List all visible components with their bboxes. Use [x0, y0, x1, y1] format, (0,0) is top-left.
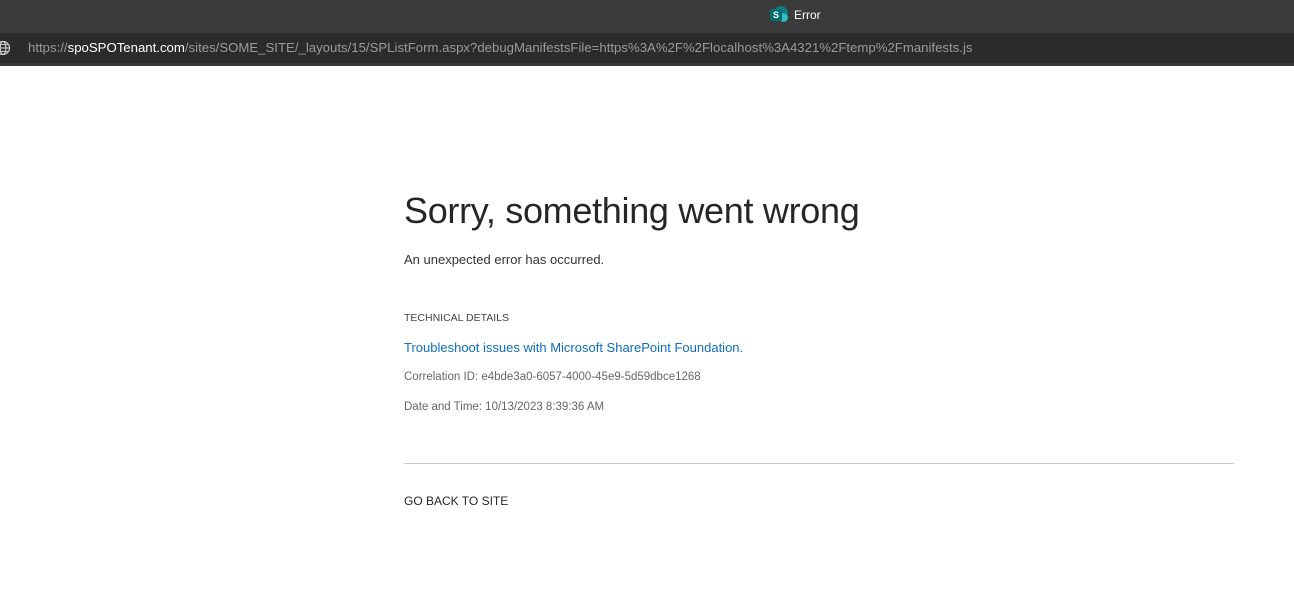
url-path: /sites/SOME_SITE/_layouts/15/SPListForm.… — [184, 40, 973, 55]
error-message: An unexpected error has occurred. — [404, 252, 605, 267]
sharepoint-icon: S — [770, 6, 788, 24]
correlation-id: Correlation ID: e4bde3a0-6057-4000-45e9-… — [404, 371, 701, 383]
address-bar[interactable]: https://spoSPOTenant.com/sites/SOME_SITE… — [0, 33, 1294, 63]
address-bar-edge — [0, 63, 1294, 66]
troubleshoot-link[interactable]: Troubleshoot issues with Microsoft Share… — [404, 340, 743, 355]
sharepoint-icon-letter: S — [770, 9, 782, 21]
tab-title: Error — [794, 8, 821, 22]
technical-details-label: TECHNICAL DETAILS — [404, 312, 510, 324]
url-prefix: https:// — [28, 40, 68, 55]
browser-tab[interactable]: S Error — [770, 6, 821, 24]
url-host: spoSPOTenant.com — [67, 40, 185, 55]
page-title: Sorry, something went wrong — [404, 190, 860, 231]
date-time: Date and Time: 10/13/2023 8:39:36 AM — [404, 401, 605, 413]
globe-icon[interactable] — [0, 40, 11, 56]
go-back-to-site-link[interactable]: GO BACK TO SITE — [404, 494, 508, 508]
divider — [404, 463, 1234, 464]
url-text[interactable]: https://spoSPOTenant.com/sites/SOME_SITE… — [28, 40, 972, 55]
browser-titlebar: S Error — [0, 0, 1294, 33]
